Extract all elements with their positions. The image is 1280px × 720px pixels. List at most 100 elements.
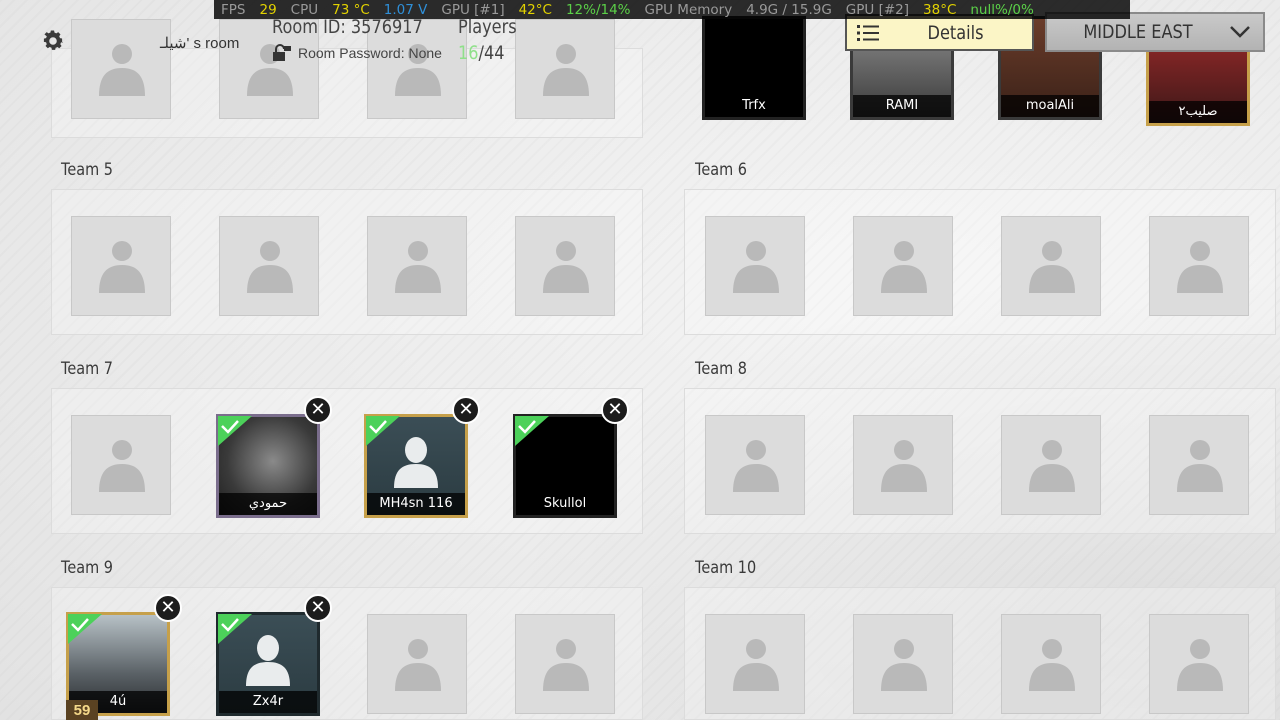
team-6-label: Team 6 — [695, 160, 747, 180]
gpu1-load: 12%/14% — [565, 1, 631, 18]
chevron-down-icon — [1230, 26, 1250, 38]
gpu1-label: GPU [#1] — [441, 1, 505, 18]
empty-slot[interactable] — [853, 216, 953, 316]
gpu2-label: GPU [#2] — [845, 1, 910, 18]
avatar-placeholder — [394, 436, 438, 488]
player-card-skullol[interactable]: Skullol ✕ — [513, 396, 629, 518]
check-icon — [515, 416, 549, 446]
empty-slot[interactable] — [515, 216, 615, 316]
empty-slot[interactable] — [705, 614, 805, 714]
level-badge: 59 — [66, 700, 98, 720]
empty-slot-icon — [393, 237, 443, 293]
list-icon — [857, 24, 879, 41]
empty-slot-icon — [731, 237, 781, 293]
players-label: Players — [458, 16, 517, 38]
player-name: Trfx — [705, 95, 803, 117]
close-icon[interactable]: ✕ — [452, 396, 480, 424]
player-card-hamoudi[interactable]: حمودي ✕ — [216, 396, 332, 518]
empty-slot[interactable] — [1149, 614, 1249, 714]
empty-slot[interactable] — [1001, 216, 1101, 316]
lock-icon — [273, 44, 291, 61]
gear-icon[interactable] — [40, 28, 66, 54]
player-card-4u[interactable]: 4ú 59 ✕ — [66, 594, 182, 720]
empty-slot-icon — [541, 635, 591, 691]
empty-slot[interactable] — [515, 19, 615, 119]
fps-value: 29 — [259, 1, 277, 18]
empty-slot[interactable] — [367, 216, 467, 316]
player-name: صليب٢ — [1149, 101, 1247, 123]
empty-slot-icon — [731, 635, 781, 691]
empty-slot[interactable] — [515, 614, 615, 714]
team-10-label: Team 10 — [695, 558, 757, 578]
empty-slot-icon — [731, 436, 781, 492]
room-password-text: Room Password: None — [298, 45, 442, 61]
empty-slot[interactable] — [705, 415, 805, 515]
empty-slot-icon — [1027, 237, 1077, 293]
cpu-label: CPU — [290, 1, 319, 18]
player-card-mh4sn[interactable]: MH4sn 116 ✕ — [364, 396, 480, 518]
room-password: Room Password: None — [272, 44, 442, 62]
empty-slot[interactable] — [1149, 216, 1249, 316]
player-card-zx4r[interactable]: Zx4r ✕ — [216, 594, 332, 716]
check-icon — [68, 614, 102, 644]
team-10-panel — [684, 587, 1276, 720]
empty-slot-icon — [1175, 436, 1225, 492]
empty-slot[interactable] — [71, 415, 171, 515]
gpu2-load: null%/0% — [970, 1, 1034, 18]
gpu-memory-label: GPU Memory — [644, 1, 733, 18]
close-icon[interactable]: ✕ — [601, 396, 629, 424]
check-icon — [218, 416, 252, 446]
empty-slot[interactable] — [367, 614, 467, 714]
close-icon[interactable]: ✕ — [304, 594, 332, 622]
player-name: RAMI — [853, 95, 951, 117]
player-card-trfx[interactable]: Trfx — [702, 16, 806, 120]
details-button[interactable]: Details — [845, 14, 1034, 51]
empty-slot-icon — [1027, 436, 1077, 492]
empty-slot-icon — [245, 237, 295, 293]
gpu2-temp: 38°C — [923, 1, 957, 18]
empty-slot[interactable] — [1001, 614, 1101, 714]
empty-slot-icon — [97, 40, 147, 96]
team-6-panel — [684, 189, 1276, 335]
empty-slot[interactable] — [705, 216, 805, 316]
empty-slot-icon — [879, 237, 929, 293]
players-max: /44 — [478, 42, 505, 64]
performance-overlay: FPS 29 CPU 73 °C 1.07 V GPU [#1] 42°C 12… — [214, 0, 1130, 19]
empty-slot[interactable] — [219, 216, 319, 316]
players-count: 16/44 — [458, 42, 505, 64]
empty-slot[interactable] — [1149, 415, 1249, 515]
team-8-panel — [684, 388, 1276, 534]
gpu-memory-value: 4.9G / 15.9G — [746, 1, 832, 18]
empty-slot-icon — [1175, 237, 1225, 293]
empty-slot-icon — [97, 436, 147, 492]
empty-slot-icon — [541, 237, 591, 293]
player-name: moalAli — [1001, 95, 1099, 117]
empty-slot-icon — [541, 40, 591, 96]
empty-slot-icon — [1175, 635, 1225, 691]
close-icon[interactable]: ✕ — [304, 396, 332, 424]
empty-slot[interactable] — [1001, 415, 1101, 515]
players-current: 16 — [458, 42, 479, 64]
empty-slot-icon — [393, 635, 443, 691]
team-9-label: Team 9 — [61, 558, 113, 578]
empty-slot[interactable] — [853, 614, 953, 714]
room-name: شيلـ' s room — [160, 35, 240, 52]
fps-label: FPS — [221, 1, 246, 18]
player-name: حمودي — [219, 493, 317, 515]
gpu1-temp: 42°C — [518, 1, 552, 18]
empty-slot-icon — [879, 635, 929, 691]
check-icon — [218, 614, 252, 644]
cpu-volt: 1.07 V — [383, 1, 428, 18]
cpu-temp: 73 °C — [332, 1, 370, 18]
empty-slot[interactable] — [71, 19, 171, 119]
room-id: Room ID: 3576917 — [272, 16, 423, 38]
team-5-panel — [51, 189, 643, 335]
player-name: MH4sn 116 — [367, 493, 465, 515]
team-8-label: Team 8 — [695, 359, 747, 379]
empty-slot[interactable] — [853, 415, 953, 515]
close-icon[interactable]: ✕ — [154, 594, 182, 622]
empty-slot-icon — [879, 436, 929, 492]
empty-slot[interactable] — [71, 216, 171, 316]
region-label: MIDDLE EAST — [1083, 21, 1193, 43]
check-icon — [366, 416, 400, 446]
